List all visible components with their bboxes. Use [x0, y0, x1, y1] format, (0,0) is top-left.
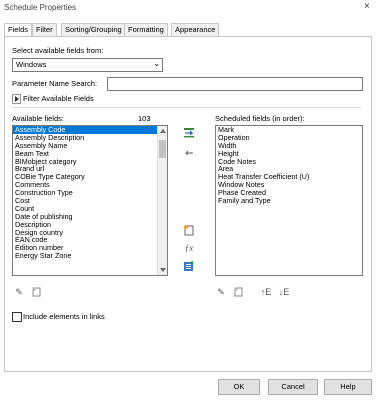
edit-scheduled-pencil-icon[interactable]: ✎	[214, 286, 228, 298]
category-dropdown-value: Windows	[16, 60, 47, 69]
tab-appearance[interactable]: Appearance	[171, 23, 220, 36]
parameter-search-label: Parameter Name Search:	[12, 79, 98, 88]
scheduled-fields-list[interactable]: Mark Operation Width Height Code Notes Area He…	[215, 125, 363, 276]
scheduled-field-item[interactable]: Family and Type	[216, 197, 362, 205]
tab-sorting-grouping[interactable]: Sorting/Grouping	[61, 23, 126, 36]
scheduled-field-item[interactable]: Code Notes	[216, 157, 362, 166]
select-fields-from-label: Select available fields from:	[12, 46, 104, 55]
available-field-item[interactable]: Energy Star Zone	[13, 252, 167, 260]
delete-scheduled-parameter-icon[interactable]	[231, 286, 245, 298]
window-title: Schedule Properties	[4, 3, 77, 12]
move-down-icon[interactable]: ↓E	[276, 286, 292, 298]
scroll-up-icon[interactable]	[160, 129, 166, 133]
title-bar: Schedule Properties ×	[0, 0, 378, 16]
expand-triangle-icon[interactable]	[12, 94, 21, 104]
available-fields-list[interactable]: Assembly Code Assembly Description Assembl…	[12, 125, 168, 276]
ok-button[interactable]: OK	[218, 379, 260, 395]
scheduled-fields-label: Scheduled fields (in order):	[215, 114, 305, 123]
remove-parameter-icon[interactable]	[182, 148, 196, 160]
category-dropdown[interactable]: Windows ⌄	[12, 58, 163, 72]
fx-icon[interactable]: ƒx	[182, 242, 196, 254]
scrollbar-thumb[interactable]	[159, 140, 166, 158]
tab-filter[interactable]: Filter	[32, 23, 57, 36]
scheduled-field-item[interactable]: Operation	[216, 133, 362, 142]
available-fields-label: Available fields:	[12, 114, 64, 123]
help-button[interactable]: Help	[324, 379, 372, 395]
add-parameter-icon[interactable]	[182, 127, 196, 139]
available-fields-count: 103	[138, 114, 151, 123]
available-fields-scrollbar[interactable]	[157, 126, 167, 275]
cancel-button[interactable]: Cancel	[268, 379, 318, 395]
tab-fields[interactable]: Fields	[4, 23, 33, 37]
move-up-icon[interactable]: ↑E	[258, 286, 274, 298]
delete-parameter-icon[interactable]	[29, 286, 43, 298]
pencil-icon[interactable]: ✎	[12, 286, 26, 298]
scroll-down-icon[interactable]	[160, 268, 166, 272]
available-field-item[interactable]: Cost	[13, 197, 167, 205]
close-icon[interactable]: ×	[364, 1, 370, 12]
parameter-search-input[interactable]	[107, 77, 363, 91]
divider	[12, 107, 361, 108]
include-links-label: Include elements in links	[23, 312, 105, 321]
new-parameter-icon[interactable]	[182, 224, 196, 236]
chevron-down-icon: ⌄	[153, 59, 160, 68]
combine-parameters-icon[interactable]	[182, 260, 196, 272]
filter-available-fields-label: Filter Available Fields	[23, 94, 94, 103]
tab-formatting[interactable]: Formatting	[124, 23, 168, 36]
include-links-checkbox[interactable]	[12, 312, 22, 322]
available-field-item[interactable]: Construction Type	[13, 189, 167, 197]
